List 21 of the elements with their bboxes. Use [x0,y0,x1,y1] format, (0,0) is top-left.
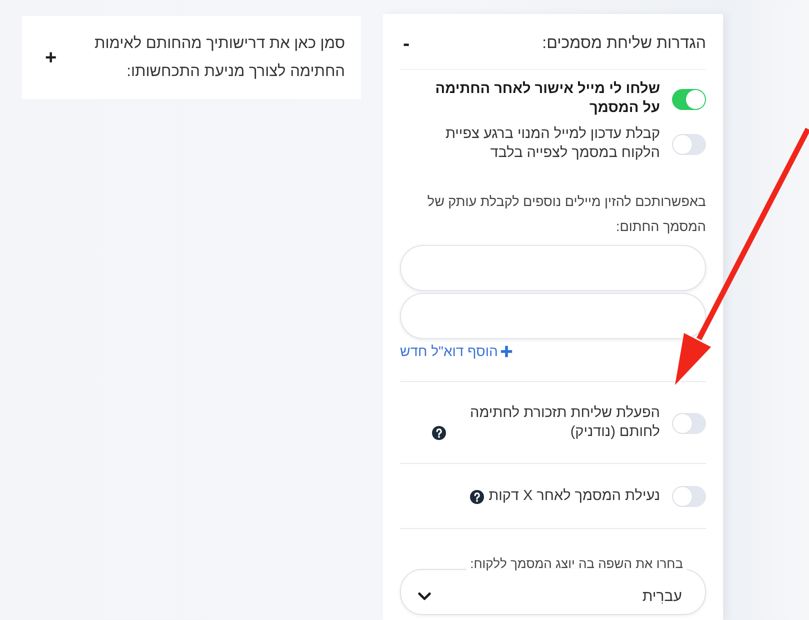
add-email-link[interactable]: הוסף דוא"ל חדש [400,342,513,360]
language-select[interactable]: בחרו את השפה בה יוצג המסמך ללקוח: עברִית [400,556,706,615]
toggle-switch[interactable] [672,486,706,507]
toggle-switch[interactable] [672,88,706,110]
select-value: עברִית [642,588,682,604]
settings-title: הגדרות שליחת מסמכים: [542,34,706,54]
toggle-switch[interactable] [672,412,706,434]
email-note: באפשרותכם להזין מיילים נוספים לקבלת עותק של המסמך החתום: [426,193,706,236]
collapse-button[interactable]: - [400,33,413,55]
email-input[interactable] [400,293,706,339]
setting-label: קבלת עדכון למייל המנוי ברגע צפיית הלקוח במסמך לצפייה בלבד [444,125,660,163]
requirements-text: סמן כאן את דרישותיך מהחותם לאימות החתימה לצורך מניעת התכחשותו: [94,34,345,82]
plus-icon [500,344,513,358]
chevron-down-icon [418,592,431,600]
select-label: בחרו את השפה בה יוצג המסמך ללקוח: [469,556,684,573]
setting-label: שלחו לי מייל אישור לאחר החתימה על המסמך [434,80,660,118]
toggle-switch[interactable] [672,134,706,154]
setting-label: הפעלת שליחת תזכורת לחתימה לחותם (נודניק) [469,404,660,442]
expand-button[interactable]: + [42,47,60,69]
email-input[interactable] [400,245,706,291]
setting-label: נעילת המסמך לאחר X דקות [488,487,660,506]
